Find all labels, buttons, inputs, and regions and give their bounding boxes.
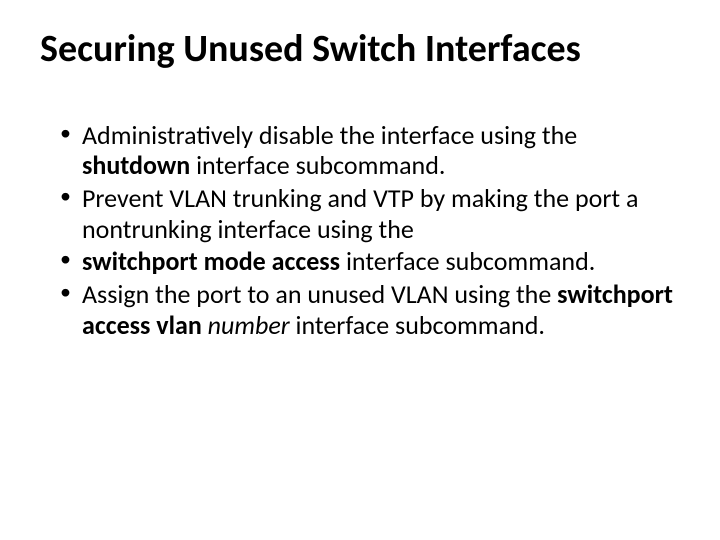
bullet-text: number xyxy=(208,309,290,341)
bullet-item: switchport mode access interface subcomm… xyxy=(60,246,680,277)
bullet-text: Prevent VLAN trunking and VTP by making … xyxy=(82,182,638,245)
bullet-text: interface subcommand. xyxy=(290,309,545,341)
bullet-list: Administratively disable the interface u… xyxy=(40,120,680,341)
bullet-text: interface subcommand. xyxy=(190,149,445,181)
bullet-item: Prevent VLAN trunking and VTP by making … xyxy=(60,183,680,244)
bullet-text: interface subcommand. xyxy=(346,245,595,277)
bullet-text: shutdown xyxy=(82,149,190,181)
bullet-text: Administratively disable the interface u… xyxy=(82,119,577,151)
bullet-item: Assign the port to an unused VLAN using … xyxy=(60,279,680,340)
bullet-item: Administratively disable the interface u… xyxy=(60,120,680,181)
bullet-text: switchport mode access xyxy=(82,245,346,277)
bullet-text: Assign the port to an unused VLAN using … xyxy=(82,278,557,310)
slide-title: Securing Unused Switch Interfaces xyxy=(40,28,680,72)
